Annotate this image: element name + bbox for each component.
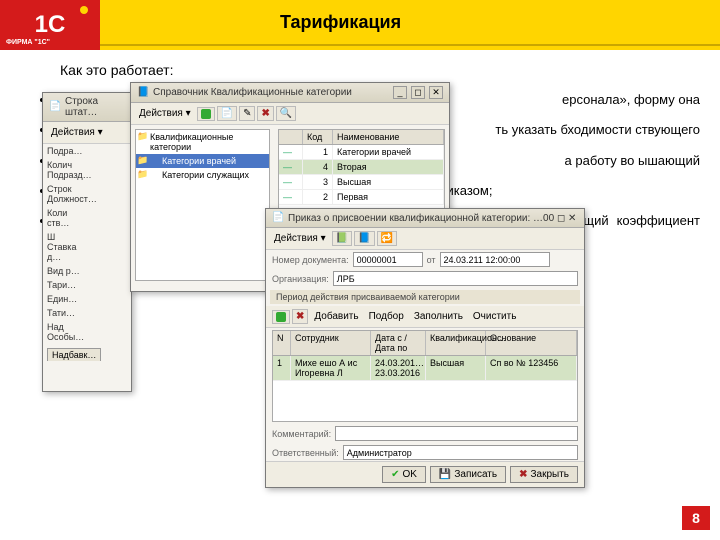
field-label: Един…	[47, 294, 82, 304]
col-header: Дата с / Дата по	[371, 331, 426, 355]
field-label: Ш Ставка д…	[47, 232, 82, 262]
window-icon: 📄	[272, 212, 284, 224]
grid-row[interactable]: 1 Михе ешо А ис Игоревна Л 24.03.201… 23…	[273, 356, 577, 381]
minimize-button[interactable]: _	[393, 86, 407, 99]
col-header: Наименование	[333, 130, 444, 144]
field-label: Организация:	[272, 274, 329, 284]
toolbar-icon[interactable]: 🔍	[276, 106, 296, 121]
field-label: Ответственный:	[272, 448, 339, 458]
toolbar-delete-icon[interactable]: ✖	[292, 309, 308, 324]
date-field[interactable]: 24.03.211 12:00:00	[440, 252, 550, 267]
field-label: Над Особы…	[47, 322, 82, 342]
field-label: Строк Должност…	[47, 184, 82, 204]
toolbar-icon[interactable]: 📄	[217, 106, 237, 121]
page-number-badge: 8	[682, 506, 710, 530]
field-label: Номер документа:	[272, 255, 349, 265]
logo-brand: ФИРМА "1С"	[6, 39, 50, 46]
tree-item[interactable]: Категории служащих	[136, 168, 269, 182]
close-button[interactable]: ✖Закрыть	[510, 466, 578, 483]
logo-text: 1C	[35, 11, 66, 39]
toolbar-add-icon[interactable]	[272, 310, 290, 324]
field-label: Вид р…	[47, 266, 82, 276]
window-title: Приказ о присвоении квалификационной кат…	[288, 213, 578, 224]
toolbar-btn[interactable]: Добавить	[310, 309, 362, 324]
category-tree[interactable]: Квалификационные категории Категории вра…	[135, 129, 270, 281]
grid-row[interactable]: —2Первая	[279, 190, 444, 205]
section-label: Период действия присваиваемой категории	[270, 290, 580, 304]
window-staff-row: 📄 Строка штат… Действия ▾ Подра… Колич П…	[42, 92, 132, 392]
comment-field[interactable]	[335, 426, 578, 441]
org-field[interactable]: ЛРБ	[333, 271, 578, 286]
responsible-field[interactable]: Администратор	[343, 445, 578, 460]
close-button[interactable]: ✕	[429, 86, 443, 99]
toolbar-delete-icon[interactable]: ✖	[257, 106, 273, 121]
field-label: Колич Подразд…	[47, 160, 82, 180]
field-label: Коли ств…	[47, 208, 82, 228]
grid-row[interactable]: —4Вторая	[279, 160, 444, 175]
field-label: Подра…	[47, 146, 82, 156]
toolbar-icon[interactable]: 🔁	[377, 231, 397, 246]
page-title: Тарификация	[280, 12, 401, 33]
logo: 1C ФИРМА "1С"	[0, 0, 100, 50]
col-header: N	[273, 331, 291, 355]
ok-button[interactable]: ✔OK	[382, 466, 426, 483]
col-header: Код	[303, 130, 333, 144]
maximize-button[interactable]: ◻	[411, 86, 425, 99]
actions-menu[interactable]: Действия ▾	[270, 231, 330, 246]
field-label: Комментарий:	[272, 429, 331, 439]
toolbar-btn[interactable]: Очистить	[469, 309, 521, 324]
window-icon: 📄	[49, 101, 61, 113]
toolbar-icon[interactable]: 📗	[332, 231, 352, 246]
assignment-grid[interactable]: N Сотрудник Дата с / Дата по Квалификаци…	[272, 330, 578, 422]
actions-menu[interactable]: Действия ▾	[47, 125, 107, 140]
col-header: Сотрудник	[291, 331, 371, 355]
tree-item[interactable]: Категории врачей	[136, 154, 269, 168]
field-label: Тари…	[47, 280, 82, 290]
subtitle: Как это работает:	[60, 62, 700, 78]
tab[interactable]: Надбавк…	[47, 348, 101, 361]
window-title: Строка штат…	[65, 96, 125, 118]
actions-menu[interactable]: Действия ▾	[135, 106, 195, 121]
col-header: Квалификацион…	[426, 331, 486, 355]
col-header	[279, 130, 303, 144]
grid-row[interactable]: —1Категории врачей	[279, 145, 444, 160]
tree-root[interactable]: Квалификационные категории	[136, 130, 269, 154]
toolbar-add-icon[interactable]	[197, 107, 215, 121]
grid-row[interactable]: —3Высшая	[279, 175, 444, 190]
toolbar-icon[interactable]: 📘	[354, 231, 374, 246]
field-label: от	[427, 255, 436, 265]
toolbar-btn[interactable]: Заполнить	[410, 309, 467, 324]
col-header: Основание	[486, 331, 577, 355]
window-order-assign: 📄 Приказ о присвоении квалификационной к…	[265, 208, 585, 488]
field-label: Тати…	[47, 308, 82, 318]
doc-number-field[interactable]: 00000001	[353, 252, 423, 267]
save-button[interactable]: 💾Записать	[430, 466, 506, 483]
toolbar-btn[interactable]: Подбор	[365, 309, 408, 324]
window-title: Справочник Квалификационные категории	[153, 87, 389, 98]
window-icon: 📘	[137, 87, 149, 99]
toolbar-icon[interactable]: ✎	[239, 106, 255, 121]
